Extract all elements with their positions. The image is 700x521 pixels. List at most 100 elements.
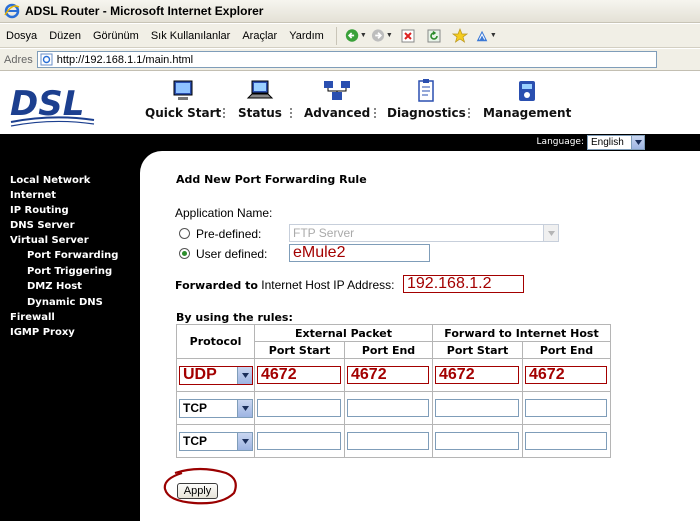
fwd-start-cell xyxy=(432,391,523,425)
ext-start-input[interactable]: 4672 xyxy=(257,366,341,384)
address-url: http://192.168.1.1/main.html xyxy=(56,53,194,66)
host-ip-input[interactable]: 192.168.1.2 xyxy=(403,275,524,293)
fwd-start-input[interactable] xyxy=(435,432,519,450)
ext-start-input[interactable] xyxy=(257,399,341,417)
fwd-start-input[interactable]: 4672 xyxy=(435,366,519,384)
page-icon xyxy=(40,53,53,66)
protocol-header: Protocol xyxy=(176,324,255,359)
protocol-value: TCP xyxy=(183,434,207,448)
ext-end-cell: 4672 xyxy=(344,358,433,392)
language-select[interactable]: English xyxy=(587,135,645,150)
fwd-port-end-header: Port End xyxy=(522,341,611,359)
nav-quick-start-label: Quick Start xyxy=(145,106,222,120)
forwarded-label: Forwarded to Internet Host IP Address: xyxy=(175,278,394,292)
sidebar-item-virtual-server[interactable]: Virtual Server xyxy=(10,235,89,246)
sidebar-item-firewall[interactable]: Firewall xyxy=(10,312,55,323)
nav-diagnostics[interactable]: Diagnostics xyxy=(387,78,466,120)
sidebar-item-internet[interactable]: Internet xyxy=(10,190,56,201)
menu-file[interactable]: Dosya xyxy=(0,30,43,42)
forward-button[interactable]: ▼ xyxy=(371,26,393,46)
forward-arrow-icon xyxy=(371,29,384,42)
fwd-end-input[interactable] xyxy=(525,399,607,417)
forward-dropdown-icon[interactable]: ▼ xyxy=(386,32,393,39)
protocol-cell: TCP xyxy=(176,391,255,425)
ext-end-cell xyxy=(344,424,433,458)
menu-view[interactable]: Görünüm xyxy=(87,30,145,42)
ie-logo-icon xyxy=(4,3,20,19)
external-packet-header: External Packet xyxy=(254,324,433,342)
nav-separator xyxy=(223,108,225,118)
protocol-select[interactable]: TCP xyxy=(179,431,253,451)
nav-management[interactable]: Management xyxy=(483,78,571,120)
fwd-end-input[interactable] xyxy=(525,432,607,450)
sidebar-item-port-triggering[interactable]: Port Triggering xyxy=(27,266,112,277)
userdefined-radio[interactable] xyxy=(179,248,190,259)
menu-help[interactable]: Yardım xyxy=(283,30,330,42)
address-input[interactable]: http://192.168.1.1/main.html xyxy=(36,51,657,68)
protocol-value: UDP xyxy=(183,366,217,383)
nav-advanced[interactable]: Advanced xyxy=(304,78,370,120)
refresh-button[interactable] xyxy=(423,26,445,46)
protocol-cell: UDP xyxy=(176,358,255,392)
nav-quick-start[interactable]: Quick Start xyxy=(145,78,221,120)
nav-status-label: Status xyxy=(238,106,282,120)
forwarded-label-rest: Internet Host IP Address: xyxy=(261,278,395,292)
nav-separator xyxy=(374,108,376,118)
menu-tools[interactable]: Araçlar xyxy=(236,30,283,42)
chevron-down-icon[interactable] xyxy=(237,399,252,417)
ext-end-input[interactable] xyxy=(347,432,429,450)
predefined-value: FTP Server xyxy=(293,226,355,240)
predefined-select[interactable]: FTP Server xyxy=(289,224,559,242)
protocol-select[interactable]: UDP xyxy=(179,365,253,385)
protocol-cell: TCP xyxy=(176,424,255,458)
chevron-down-icon[interactable] xyxy=(237,432,252,450)
chevron-down-icon[interactable] xyxy=(237,366,252,384)
fwd-start-input[interactable] xyxy=(435,399,519,417)
protocol-value: TCP xyxy=(183,401,207,415)
title-bar: ADSL Router - Microsoft Internet Explore… xyxy=(0,0,700,23)
fwd-end-cell xyxy=(522,391,611,425)
stop-button[interactable] xyxy=(397,26,419,46)
predefined-radio[interactable] xyxy=(179,228,190,239)
menu-favorites[interactable]: Sık Kullanılanlar xyxy=(145,30,237,42)
sidebar-item-dynamic-dns[interactable]: Dynamic DNS xyxy=(27,297,103,308)
forward-host-header: Forward to Internet Host xyxy=(432,324,611,342)
stop-icon xyxy=(401,29,415,42)
fwd-end-input[interactable]: 4672 xyxy=(525,366,607,384)
form-heading: Add New Port Forwarding Rule xyxy=(176,173,367,186)
ext-end-input[interactable] xyxy=(347,399,429,417)
sidebar: Local Network Internet IP Routing DNS Se… xyxy=(0,151,140,521)
menu-edit[interactable]: Düzen xyxy=(43,30,87,42)
ext-start-input[interactable] xyxy=(257,432,341,450)
sidebar-item-local-network[interactable]: Local Network xyxy=(10,175,90,186)
address-bar: Adres http://192.168.1.1/main.html xyxy=(0,49,700,71)
refresh-icon xyxy=(427,29,441,42)
back-button[interactable]: ▼ xyxy=(345,26,367,46)
sidebar-item-dns-server[interactable]: DNS Server xyxy=(10,220,75,231)
media-dropdown-icon[interactable]: ▼ xyxy=(490,32,497,39)
sidebar-item-dmz-host[interactable]: DMZ Host xyxy=(27,281,82,292)
forwarded-label-bold: Forwarded to xyxy=(175,279,258,292)
back-dropdown-icon[interactable]: ▼ xyxy=(360,32,367,39)
apply-button[interactable]: Apply xyxy=(177,483,218,499)
sidebar-item-ip-routing[interactable]: IP Routing xyxy=(10,205,69,216)
nav-management-label: Management xyxy=(483,106,572,120)
userdefined-input[interactable]: eMule2 xyxy=(289,244,430,262)
sidebar-item-port-forwarding[interactable]: Port Forwarding xyxy=(27,250,118,261)
ext-end-cell xyxy=(344,391,433,425)
chevron-down-icon[interactable] xyxy=(631,136,644,149)
nav-diagnostics-label: Diagnostics xyxy=(387,106,466,120)
diagnostics-clipboard-icon xyxy=(418,79,435,102)
nav-status[interactable]: Status xyxy=(238,78,282,120)
favorites-button[interactable] xyxy=(449,26,471,46)
media-button[interactable]: ▼ xyxy=(475,26,497,46)
sidebar-item-igmp-proxy[interactable]: IGMP Proxy xyxy=(10,327,75,338)
ext-end-value: 4672 xyxy=(351,366,387,383)
host-ip-value: 192.168.1.2 xyxy=(407,275,492,292)
userdefined-value: eMule2 xyxy=(293,244,346,261)
ext-end-input[interactable]: 4672 xyxy=(347,366,429,384)
protocol-select[interactable]: TCP xyxy=(179,398,253,418)
chevron-down-icon[interactable] xyxy=(543,225,558,241)
language-label: Language: xyxy=(536,137,584,147)
userdefined-label: User defined: xyxy=(196,247,268,261)
